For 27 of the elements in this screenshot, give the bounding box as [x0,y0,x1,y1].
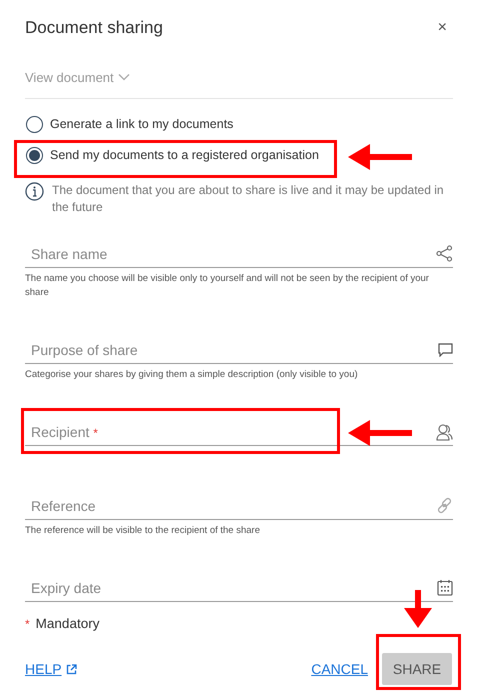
calendar-icon [437,579,453,596]
helper-text: The reference will be visible to the recipient of the share [25,524,261,538]
help-link[interactable]: HELP [25,661,77,677]
share-icon [436,245,453,262]
close-button[interactable]: × [434,19,451,37]
external-link-icon [66,664,77,674]
view-document-dropdown[interactable]: View document [25,70,130,84]
helper-text: Categorise your shares by giving them a simple description (only visible to you) [25,368,359,382]
helper-text: The name you choose will be visible only to yourself and will not be seen by the recipient of your share [25,272,430,300]
arrow-icon [404,590,432,628]
arrow-icon [348,144,412,170]
link-icon [436,497,453,514]
cancel-link[interactable]: CANCEL [311,661,368,677]
comment-icon [438,342,453,356]
input-field[interactable]: Share name [25,240,453,268]
info-icon [25,182,44,201]
dialog-title: Document sharing [25,18,163,38]
arrow-icon [348,420,412,446]
input-field[interactable]: Reference [25,492,453,520]
radio-option[interactable]: Generate a link to my documents [26,115,453,133]
input-field[interactable]: Purpose of share [25,336,453,364]
person-icon [436,422,453,440]
required-mark: * [25,616,30,630]
info-text: The document that you are about to share is live and it may be updated in the future [52,182,445,216]
chevron-down-icon [118,73,130,81]
mandatory-note: Mandatory [36,616,100,631]
radio-option[interactable]: Send my documents to a registered organisation [26,146,453,164]
